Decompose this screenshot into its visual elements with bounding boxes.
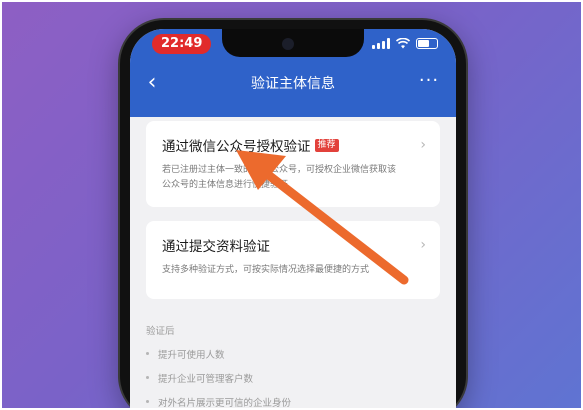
chevron-right-icon: › [420,137,426,153]
after-verify-section: 验证后 提升可使用人数 提升企业可管理客户数 对外名片展示更可信的企业身份 [146,323,436,410]
list-item: 对外名片展示更可信的企业身份 [146,395,436,409]
more-dots-icon[interactable]: ··· [414,69,444,97]
list-item: 提升可使用人数 [146,347,436,361]
cellular-signal-icon [372,38,390,49]
chevron-right-icon: › [420,237,426,253]
phone-frame: 22:49 ‹ 验证主体信息 ··· 通过微信公众号授权验证 推荐 若已注册过主… [120,20,466,410]
card-description: 支持多种验证方式，可按实际情况选择最便捷的方式 [162,265,370,275]
phone-notch [222,29,364,57]
battery-icon [416,38,438,49]
recommend-tag: 推荐 [314,138,339,152]
status-time: 22:49 [152,34,212,54]
after-verify-title: 验证后 [146,326,175,337]
benefit-list: 提升可使用人数 提升企业可管理客户数 对外名片展示更可信的企业身份 [146,347,436,409]
card-title-text: 通过提交资料验证 [162,239,270,255]
wechat-official-account-verify-card[interactable]: 通过微信公众号授权验证 推荐 若已注册过主体一致的微信公众号，可授权企业微信获取… [146,121,440,207]
card-title: 通过微信公众号授权验证 推荐 [162,135,426,155]
status-icons [372,38,438,49]
phone-screen: 22:49 ‹ 验证主体信息 ··· 通过微信公众号授权验证 推荐 若已注册过主… [130,29,456,410]
nav-bar: ‹ 验证主体信息 ··· [130,61,456,107]
card-description: 若已注册过主体一致的微信公众号，可授权企业微信获取该公众号的主体信息进行快捷验证 [162,165,397,190]
card-title-text: 通过微信公众号授权验证 [162,139,311,155]
wifi-icon [396,38,410,49]
card-title: 通过提交资料验证 [162,235,426,255]
list-item: 提升企业可管理客户数 [146,371,436,385]
submit-documents-verify-card[interactable]: 通过提交资料验证 支持多种验证方式，可按实际情况选择最便捷的方式 › [146,221,440,299]
page-title: 验证主体信息 [251,76,335,92]
